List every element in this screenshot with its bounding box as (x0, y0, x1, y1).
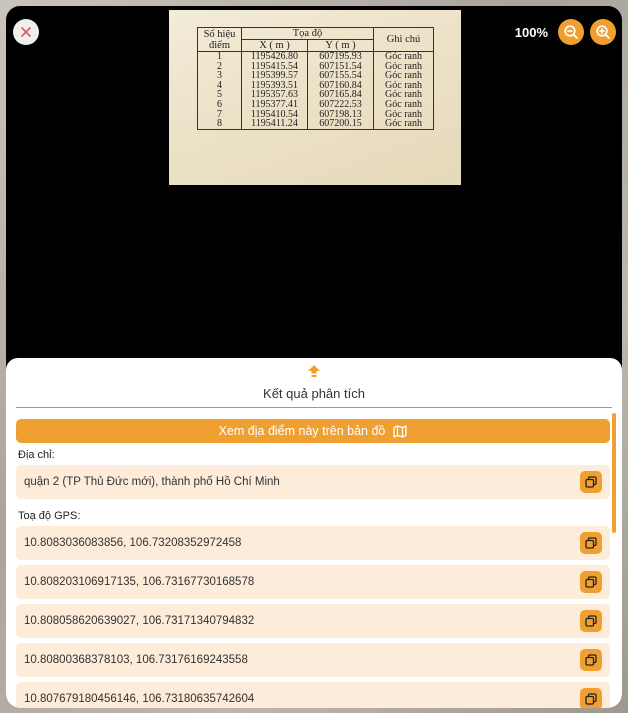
gps-row: 10.808058620639027, 106.73171340794832 (16, 604, 610, 638)
view-on-map-button[interactable]: Xem địa điểm này trên bản đồ (16, 419, 610, 443)
address-value: quận 2 (TP Thủ Đức mới), thành phố Hồ Ch… (24, 476, 280, 488)
image-viewer: 100% Số hiệu điểm Tọa độ Ghi chú X (m)… (6, 6, 622, 708)
gps-row: 10.8083036083856, 106.73208352972458 (16, 526, 610, 560)
x-cell: 1195411.24 (241, 119, 308, 130)
copy-gps-button[interactable] (580, 610, 602, 632)
expand-up-icon[interactable] (306, 364, 322, 378)
results-sheet: Kết quả phân tích Xem địa điểm này trên … (6, 358, 622, 708)
close-button[interactable] (13, 19, 39, 45)
copy-icon (585, 476, 597, 488)
gps-row: 10.807679180456146, 106.73180635742604 (16, 682, 610, 708)
address-row: quận 2 (TP Thủ Đức mới), thành phố Hồ Ch… (16, 465, 610, 499)
coordinates-table: Số hiệu điểm Tọa độ Ghi chú X ( m ) Y ( … (197, 27, 434, 130)
copy-gps-button[interactable] (580, 649, 602, 671)
document-photo[interactable]: Số hiệu điểm Tọa độ Ghi chú X ( m ) Y ( … (169, 10, 461, 185)
copy-gps-button[interactable] (580, 688, 602, 708)
note-header: Ghi chú (373, 27, 434, 52)
x-header: X ( m ) (241, 39, 308, 52)
copy-icon (585, 576, 597, 588)
copy-gps-button[interactable] (580, 532, 602, 554)
gps-value: 10.807679180456146, 106.73180635742604 (24, 693, 255, 705)
coordinates-table-row: 8 1195411.24 607200.15 Góc ranh (197, 119, 434, 130)
zoom-controls: 100% (515, 19, 616, 45)
copy-gps-button[interactable] (580, 571, 602, 593)
coords-header: Tọa độ (241, 27, 374, 40)
map-icon (393, 424, 408, 438)
zoom-in-button[interactable] (590, 19, 616, 45)
gps-label: Toạ độ GPS: (18, 510, 81, 522)
note-cell: Góc ranh (373, 119, 434, 130)
copy-icon (585, 537, 597, 549)
gps-value: 10.8083036083856, 106.73208352972458 (24, 537, 242, 549)
divider (16, 407, 612, 408)
zoom-level: 100% (514, 24, 548, 40)
gps-row: 10.80800368378103, 106.73176169243558 (16, 643, 610, 677)
y-header: Y ( m ) (307, 39, 374, 52)
scrollbar[interactable] (612, 413, 616, 533)
copy-icon (585, 693, 597, 705)
gps-row: 10.808203106917135, 106.73167730168578 (16, 565, 610, 599)
gps-value: 10.80800368378103, 106.73176169243558 (24, 654, 248, 666)
zoom-out-button[interactable] (558, 19, 584, 45)
address-label: Địa chỉ: (18, 449, 55, 461)
point-number-cell: 8 (197, 119, 242, 130)
zoom-in-icon (596, 25, 610, 39)
map-button-label: Xem địa điểm này trên bản đồ (218, 424, 386, 438)
zoom-out-icon (564, 25, 578, 39)
copy-address-button[interactable] (580, 471, 602, 493)
copy-icon (585, 654, 597, 666)
gps-value: 10.808058620639027, 106.73171340794832 (24, 615, 255, 627)
point-number-header: Số hiệu điểm (197, 27, 242, 52)
results-scroll-area[interactable]: Xem địa điểm này trên bản đồ Địa chỉ: qu… (16, 413, 616, 708)
copy-icon (585, 615, 597, 627)
y-cell: 607200.15 (307, 119, 374, 130)
gps-value: 10.808203106917135, 106.73167730168578 (24, 576, 255, 588)
close-icon (21, 27, 31, 37)
results-title: Kết quả phân tích (263, 386, 365, 401)
